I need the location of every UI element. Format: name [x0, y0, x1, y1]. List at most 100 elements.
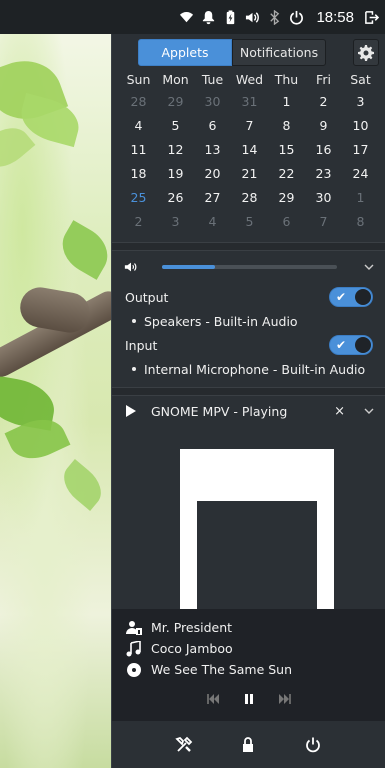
- calendar-day[interactable]: 20: [194, 162, 231, 186]
- chevron-down-icon[interactable]: [363, 405, 375, 417]
- calendar-day[interactable]: 19: [157, 162, 194, 186]
- calendar-week: 28 29 30 31 1 2 3: [120, 90, 379, 114]
- calendar-day[interactable]: 31: [231, 90, 268, 114]
- calendar-week: 11 12 13 14 15 16 17: [120, 138, 379, 162]
- input-label: Input: [125, 337, 158, 353]
- calendar-day[interactable]: 2: [120, 210, 157, 234]
- system-tray: [179, 9, 304, 25]
- calendar-week: 25 26 27 28 29 30 1: [120, 186, 379, 210]
- calendar-day[interactable]: 5: [157, 114, 194, 138]
- panel-footer: [112, 721, 385, 768]
- weekday: Sat: [350, 72, 371, 87]
- calendar-day[interactable]: 8: [342, 210, 379, 234]
- artist-icon: [126, 620, 142, 635]
- calendar-day[interactable]: 23: [305, 162, 342, 186]
- calendar-day[interactable]: 11: [120, 138, 157, 162]
- output-label: Output: [125, 289, 169, 305]
- player-header: GNOME MPV - Playing ×: [112, 396, 385, 426]
- power-icon[interactable]: [304, 736, 322, 754]
- calendar-day[interactable]: 13: [194, 138, 231, 162]
- lock-icon[interactable]: [239, 736, 257, 754]
- media-player-section: GNOME MPV - Playing × Mr. President Coco…: [112, 396, 385, 729]
- volume-row: [112, 251, 385, 283]
- sound-section: Output ✔ Speakers - Built-in Audio Input…: [112, 251, 385, 387]
- calendar-day[interactable]: 27: [194, 186, 231, 210]
- calendar-day[interactable]: 4: [120, 114, 157, 138]
- calendar-day[interactable]: 26: [157, 186, 194, 210]
- calendar-day[interactable]: 7: [231, 114, 268, 138]
- calendar-day[interactable]: 22: [268, 162, 305, 186]
- calendar-week: 4 5 6 7 8 9 10: [120, 114, 379, 138]
- chevron-down-icon[interactable]: [363, 261, 375, 273]
- logout-icon[interactable]: [364, 10, 379, 25]
- calendar-day[interactable]: 15: [268, 138, 305, 162]
- weekday: Thu: [274, 72, 299, 87]
- calendar-week: 2345678: [120, 210, 379, 234]
- settings-tools-icon[interactable]: [175, 736, 193, 754]
- output-row: Output ✔: [112, 285, 385, 309]
- volume-slider[interactable]: [162, 265, 337, 269]
- desktop-wallpaper: [0, 0, 112, 768]
- output-device-item[interactable]: Speakers - Built-in Audio: [112, 309, 385, 333]
- wifi-icon[interactable]: [179, 10, 194, 25]
- calendar-day[interactable]: 25: [120, 186, 157, 210]
- pause-icon[interactable]: [242, 692, 256, 706]
- calendar-day[interactable]: 30: [194, 90, 231, 114]
- power-icon[interactable]: [289, 10, 304, 25]
- input-row: Input ✔: [112, 333, 385, 357]
- calendar-section: Applets Notifications Sun Mon Tue Wed Th…: [112, 34, 385, 242]
- calendar-day[interactable]: 7: [305, 210, 342, 234]
- calendar-weekdays: Sun Mon Tue Wed Thu Fri Sat: [120, 70, 379, 90]
- clock[interactable]: 18:58: [316, 9, 354, 26]
- system-panel: Applets Notifications Sun Mon Tue Wed Th…: [111, 34, 385, 768]
- album-disc-icon: [127, 662, 141, 677]
- settings-button[interactable]: [353, 39, 379, 66]
- next-icon[interactable]: [278, 692, 292, 706]
- calendar-day[interactable]: 17: [342, 138, 379, 162]
- calendar: Sun Mon Tue Wed Thu Fri Sat 28 29 30 31 1 2 3 4…: [112, 70, 385, 234]
- calendar-grid: 28 29 30 31 1 2 3 4 5 6 7 8 9 10 11 12 13 14 15 16 17 18 19 20 2…: [120, 90, 379, 234]
- weekday: Fri: [316, 72, 331, 87]
- bluetooth-icon[interactable]: [267, 9, 282, 25]
- calendar-day[interactable]: 1: [342, 186, 379, 210]
- calendar-day[interactable]: 4: [194, 210, 231, 234]
- calendar-day[interactable]: 21: [231, 162, 268, 186]
- output-toggle[interactable]: ✔: [329, 287, 373, 307]
- calendar-week: 18 19 20 21 22 23 24: [120, 162, 379, 186]
- bell-icon[interactable]: [201, 10, 216, 25]
- calendar-day[interactable]: 3: [342, 90, 379, 114]
- play-icon[interactable]: [126, 405, 136, 417]
- calendar-day[interactable]: 24: [342, 162, 379, 186]
- calendar-day[interactable]: 14: [231, 138, 268, 162]
- battery-icon[interactable]: [223, 9, 238, 25]
- artist-row: Mr. President: [112, 617, 385, 638]
- calendar-day[interactable]: 6: [268, 210, 305, 234]
- calendar-day[interactable]: 30: [305, 186, 342, 210]
- calendar-day[interactable]: 3: [157, 210, 194, 234]
- calendar-day[interactable]: 6: [194, 114, 231, 138]
- volume-level: [162, 265, 215, 269]
- calendar-day[interactable]: 8: [268, 114, 305, 138]
- calendar-day[interactable]: 29: [157, 90, 194, 114]
- calendar-day[interactable]: 28: [231, 186, 268, 210]
- previous-icon[interactable]: [206, 692, 220, 706]
- calendar-day[interactable]: 10: [342, 114, 379, 138]
- calendar-day[interactable]: 1: [268, 90, 305, 114]
- calendar-day[interactable]: 16: [305, 138, 342, 162]
- calendar-day[interactable]: 12: [157, 138, 194, 162]
- calendar-day[interactable]: 28: [120, 90, 157, 114]
- calendar-day[interactable]: 9: [305, 114, 342, 138]
- calendar-day[interactable]: 29: [268, 186, 305, 210]
- input-device-item[interactable]: Internal Microphone - Built-in Audio: [112, 357, 385, 381]
- volume-icon[interactable]: [245, 10, 260, 25]
- input-toggle[interactable]: ✔: [329, 335, 373, 355]
- close-icon[interactable]: ×: [334, 404, 345, 419]
- tab-notifications[interactable]: Notifications: [232, 39, 326, 66]
- calendar-day[interactable]: 5: [231, 210, 268, 234]
- calendar-day[interactable]: 2: [305, 90, 342, 114]
- section-divider: [112, 387, 385, 396]
- tab-applets[interactable]: Applets: [138, 39, 232, 66]
- music-note-icon: [126, 640, 141, 656]
- calendar-day[interactable]: 18: [120, 162, 157, 186]
- speaker-icon[interactable]: [124, 260, 138, 274]
